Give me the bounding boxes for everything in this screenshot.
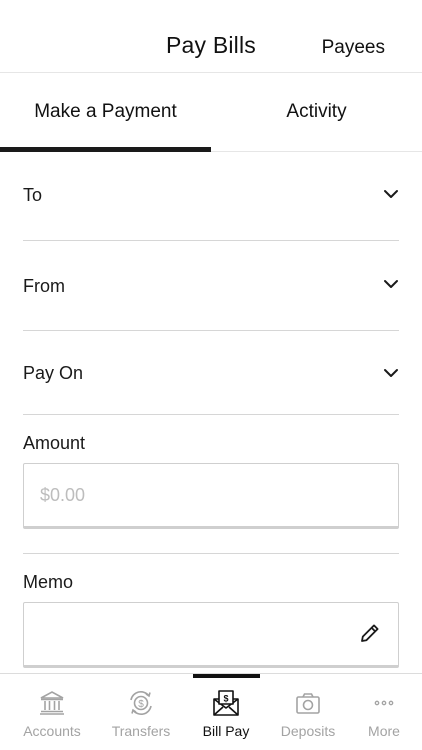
nav-transfers[interactable]: $ Transfers [99,674,183,750]
divider [23,553,399,554]
payees-button[interactable]: Payees [322,37,385,59]
nav-bill-pay[interactable]: $ Bill Pay [184,674,268,750]
svg-text:$: $ [138,699,144,710]
camera-icon [296,693,320,714]
amount-label: Amount [23,433,86,453]
nav-label: Accounts [23,723,81,739]
nav-label: More [368,723,400,739]
nav-label: Bill Pay [202,723,250,739]
to-payee-select[interactable]: To [23,152,399,241]
bill-envelope-icon: $ [213,690,239,716]
pay-on-date-select[interactable]: Pay On [23,331,399,415]
nav-label: Transfers [111,723,171,739]
nav-deposits[interactable]: Deposits [266,674,350,750]
pay-on-label: Pay On [23,363,84,383]
from-account-select[interactable]: From [23,241,399,331]
amount-input[interactable] [23,463,399,529]
transfer-icon: $ [130,691,152,715]
tab-make-a-payment[interactable]: Make a Payment [0,73,211,152]
tab-bar: Make a Payment Activity [0,73,422,152]
pencil-icon[interactable] [358,621,382,645]
bottom-nav: Accounts $ Transfers $ Bill Pay Deposits… [0,673,422,750]
memo-label: Memo [23,572,74,592]
tab-activity[interactable]: Activity [211,73,422,151]
from-label: From [23,276,65,296]
nav-accounts[interactable]: Accounts [10,674,94,750]
bank-icon [40,691,64,715]
app-header: Pay Bills Payees [0,0,422,73]
chevron-down-icon [384,280,398,288]
nav-label: Deposits [280,723,336,739]
nav-more[interactable]: More [342,674,422,750]
to-label: To [23,185,43,205]
memo-input[interactable] [23,602,399,668]
more-dots-icon [374,700,394,706]
chevron-down-icon [384,190,398,198]
chevron-down-icon [384,369,398,377]
svg-text:$: $ [223,694,228,704]
